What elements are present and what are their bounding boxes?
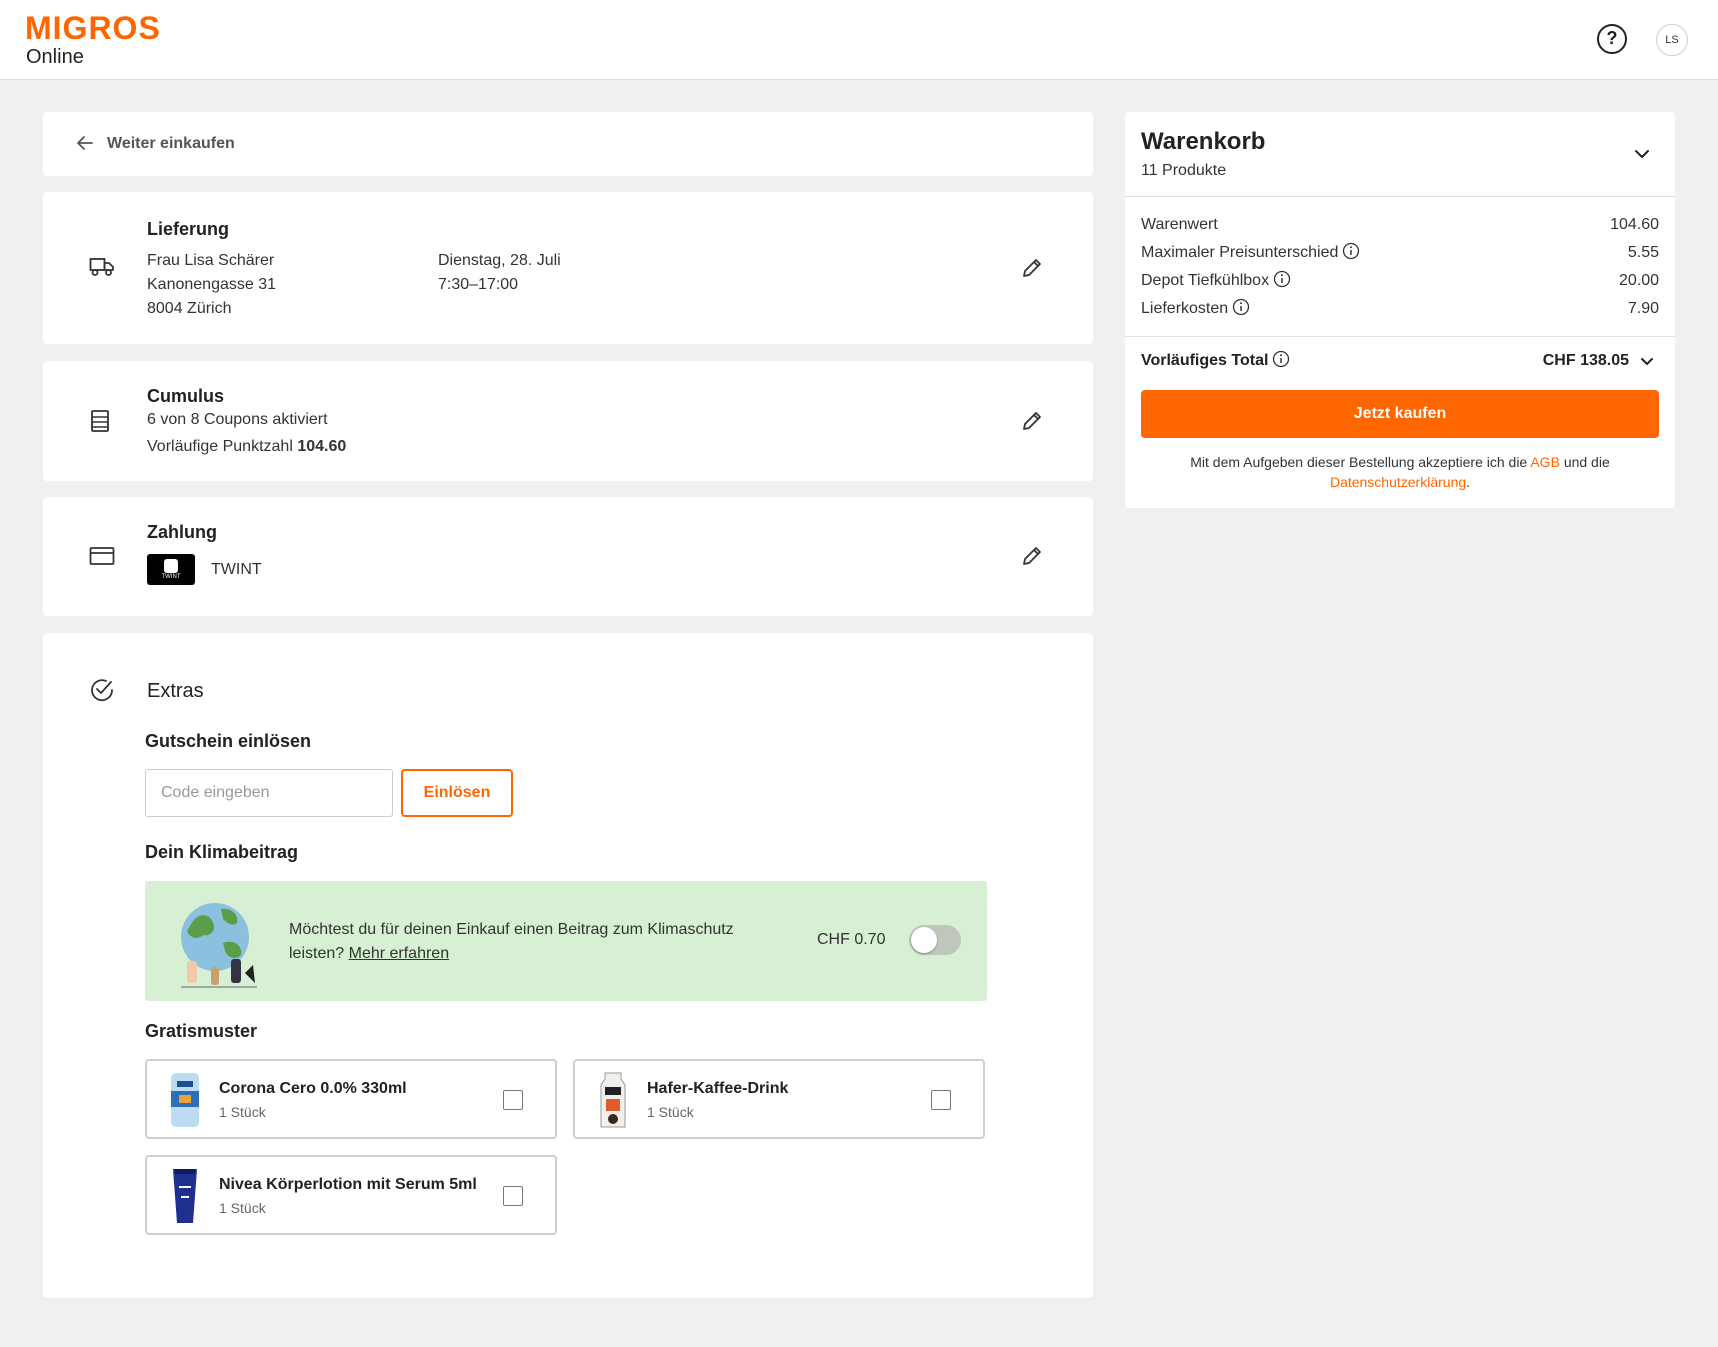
info-icon[interactable] [1273,270,1291,288]
agb-link[interactable]: AGB [1530,454,1560,470]
cumulus-section: Cumulus 6 von 8 Coupons aktiviert Vorläu… [43,361,1093,481]
terms-suffix: . [1466,474,1471,490]
sample-checkbox[interactable] [503,1090,523,1110]
cart-product-count: 11 Produkte [1141,162,1227,179]
terms-prefix: Mit dem Aufgeben dieser Bestellung akzep… [1190,454,1528,470]
delivery-street: Kanonengasse 31 [147,276,276,293]
cost-value: 5.55 [1627,244,1659,261]
cost-value: 20.00 [1618,272,1659,289]
cost-value: 7.90 [1627,300,1659,317]
sample-qty: 1 Stück [647,1104,694,1120]
delivery-date: Dienstag, 28. Juli [438,252,561,269]
climate-banner: Möchtest du für deinen Einkauf einen Bei… [145,881,987,1001]
privacy-link[interactable]: Datenschutzerklärung [1330,474,1466,490]
cost-label-group: Maximaler Preisunterschied [1141,242,1360,262]
sample-checkbox[interactable] [503,1186,523,1206]
info-icon[interactable] [1342,242,1360,260]
terms-mid: und die [1563,454,1610,470]
chevron-down-icon[interactable] [1633,145,1651,163]
check-circle-icon [91,679,113,702]
info-icon[interactable] [1232,298,1250,316]
chevron-down-icon[interactable] [1639,354,1655,370]
cost-label-group: Depot Tiefkühlbox [1141,270,1291,290]
migros-logo[interactable]: MIGROS [25,10,161,47]
payment-section: Zahlung TWINT TWINT [43,497,1093,616]
edit-payment-pencil-icon[interactable] [1020,544,1044,568]
climate-description: Möchtest du für deinen Einkauf einen Bei… [289,918,789,966]
twint-logo-mark [164,559,178,573]
cart-title: Warenkorb [1141,128,1266,155]
back-to-shop-card[interactable]: Weiter einkaufen [43,112,1093,176]
toggle-knob [911,927,937,953]
cost-label: Warenwert [1141,216,1218,233]
cumulus-points: Vorläufige Punktzahl 104.60 [147,438,346,456]
extras-title: Extras [147,680,204,702]
extras-section: Extras Gutschein einlösen Einlösen Dein … [43,633,1093,1298]
twint-logo: TWINT [147,554,195,585]
delivery-name: Frau Lisa Schärer [147,252,275,269]
payment-method: TWINT [211,561,262,578]
total-value: CHF 138.05 [1542,352,1629,369]
globe-illustration [181,903,257,988]
nivea-tube-icon [173,1169,197,1223]
twint-logo-text: TWINT [161,574,181,580]
climate-toggle[interactable] [909,925,961,955]
edit-cumulus-pencil-icon[interactable] [1020,409,1044,433]
cost-row-warenwert: Warenwert 104.60 [1141,216,1659,240]
sample-checkbox[interactable] [931,1090,951,1110]
cumulus-coupons: 6 von 8 Coupons aktiviert [147,411,328,428]
delivery-title: Lieferung [147,219,230,239]
voucher-heading: Gutschein einlösen [145,731,312,751]
top-bar: MIGROS Online ? LS [0,0,1718,80]
points-value: 104.60 [297,438,347,455]
corona-can-icon [171,1073,199,1127]
climate-heading: Dein Klimabeitrag [145,842,299,862]
cost-label: Depot Tiefkühlbox [1141,272,1270,289]
arrow-left-icon [77,136,93,150]
terms-text: Mit dem Aufgeben dieser Bestellung akzep… [1141,452,1659,492]
back-link[interactable]: Weiter einkaufen [107,135,235,153]
truck-icon [89,258,114,276]
redeem-button[interactable]: Einlösen [401,769,513,817]
sample-name: Nivea Körperlotion mit Serum 5ml [219,1176,477,1193]
cost-row-depot: Depot Tiefkühlbox 20.00 [1141,270,1659,296]
cost-row-lieferkosten: Lieferkosten 7.90 [1141,298,1659,324]
help-icon[interactable]: ? [1597,24,1627,54]
sample-name: Corona Cero 0.0% 330ml [219,1080,407,1097]
total-label: Vorläufiges Total [1141,352,1269,369]
climate-price: CHF 0.70 [817,931,886,948]
oat-coffee-carton-icon [600,1072,626,1128]
cost-value: 104.60 [1610,216,1659,233]
credit-card-icon [89,547,115,565]
cost-label: Maximaler Preisunterschied [1141,244,1339,261]
edit-delivery-pencil-icon[interactable] [1020,256,1044,280]
logo-subtitle: Online [26,46,84,68]
cart-summary: Warenkorb 11 Produkte Warenwert 104.60 M… [1125,112,1675,508]
divider [1125,336,1675,337]
sample-qty: 1 Stück [219,1200,266,1216]
sample-qty: 1 Stück [219,1104,266,1120]
sample-item-corona[interactable]: Corona Cero 0.0% 330ml 1 Stück [145,1059,557,1139]
cumulus-title: Cumulus [147,386,225,406]
delivery-city: 8004 Zürich [147,300,232,317]
delivery-section: Lieferung Frau Lisa Schärer Kanonengasse… [43,192,1093,344]
samples-heading: Gratismuster [145,1021,258,1041]
divider [1125,196,1675,197]
points-label: Vorläufige Punktzahl [147,438,293,455]
cumulus-card-icon [91,410,109,432]
delivery-time: 7:30–17:00 [438,276,519,293]
cost-label-group: Lieferkosten [1141,298,1250,318]
total-label-group: Vorläufiges Total [1141,350,1290,370]
cost-row-preisunterschied: Maximaler Preisunterschied 5.55 [1141,242,1659,268]
buy-now-button[interactable]: Jetzt kaufen [1141,390,1659,438]
payment-title: Zahlung [147,522,217,542]
sample-name: Hafer-Kaffee-Drink [647,1080,789,1097]
info-icon[interactable] [1272,350,1290,368]
avatar[interactable]: LS [1656,24,1688,56]
voucher-code-input[interactable] [145,769,393,817]
learn-more-link[interactable]: Mehr erfahren [349,945,450,962]
cost-label: Lieferkosten [1141,300,1229,317]
sample-item-nivea[interactable]: Nivea Körperlotion mit Serum 5ml 1 Stück [145,1155,557,1235]
sample-item-hafer-kaffee[interactable]: Hafer-Kaffee-Drink 1 Stück [573,1059,985,1139]
